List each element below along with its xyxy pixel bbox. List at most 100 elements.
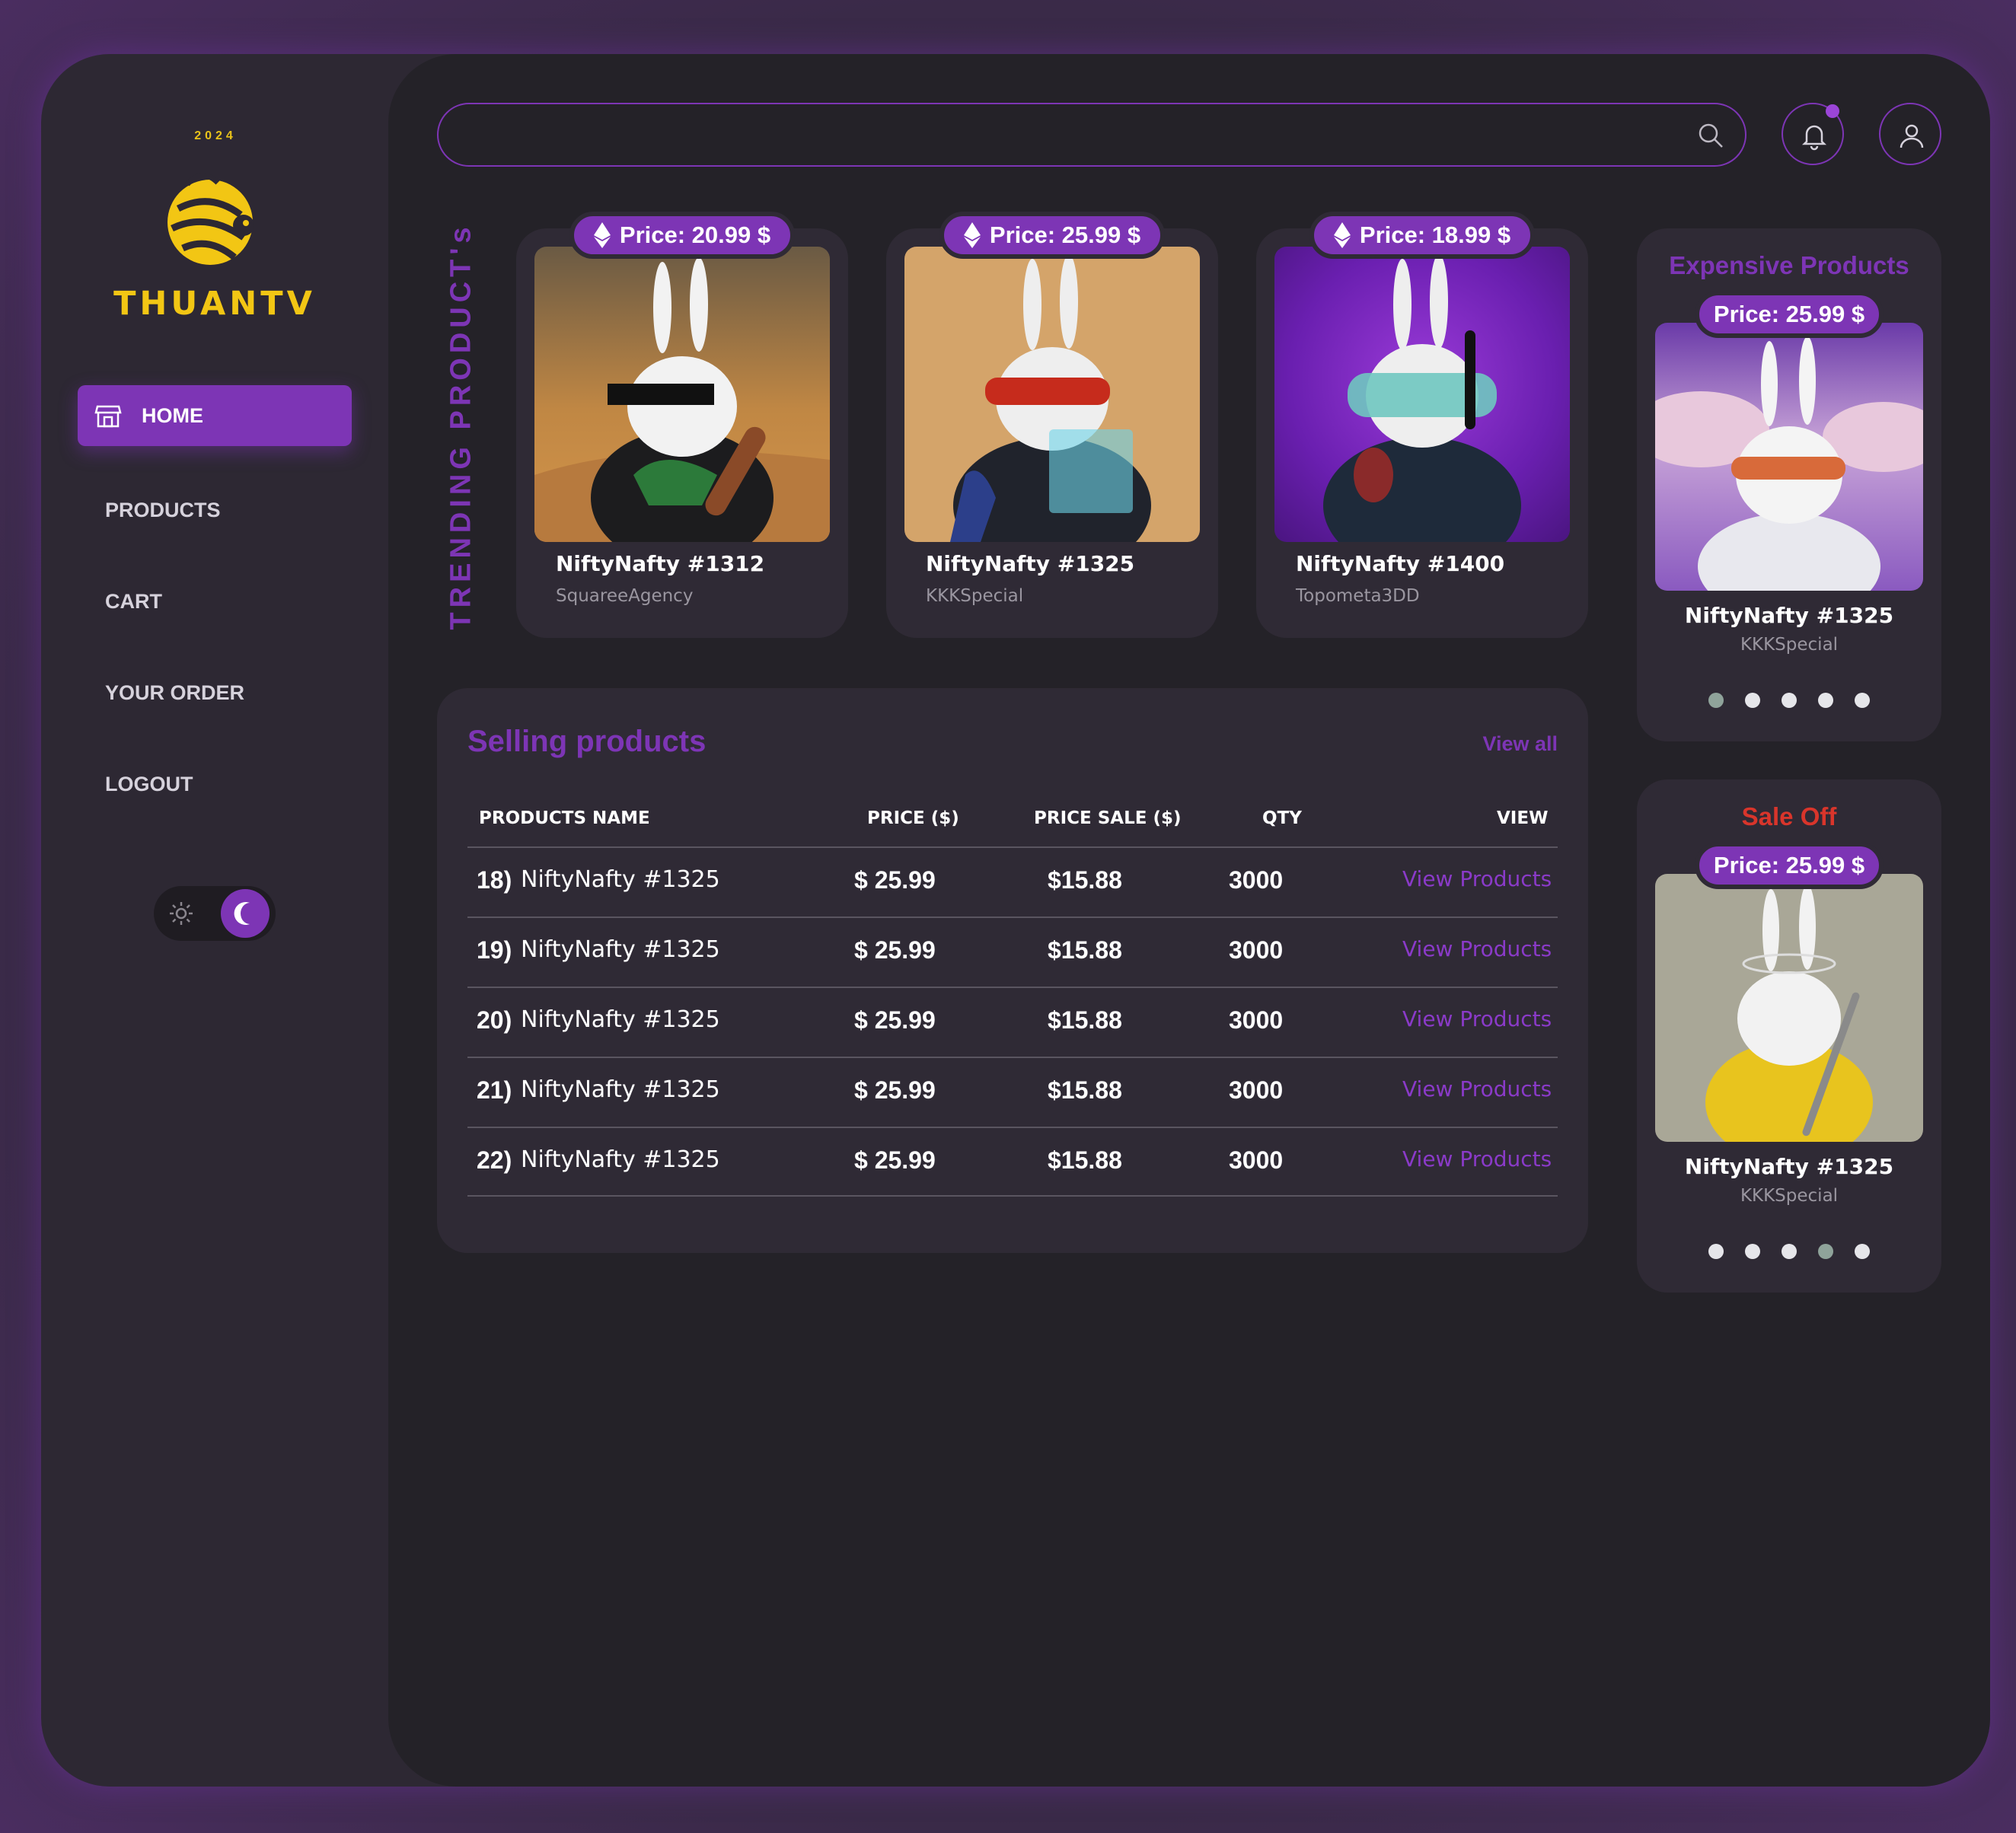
view-products-link[interactable]: View Products: [1402, 1076, 1552, 1101]
sidebar-item-label: YOUR ORDER: [105, 681, 245, 704]
table-row: 21) NiftyNafty #1325 $ 25.99 $15.88 3000 View…: [467, 1057, 1558, 1127]
price-sale-cell: $15.88: [1048, 1076, 1122, 1104]
price-sale-cell: $15.88: [1048, 1146, 1122, 1174]
carousel-dot[interactable]: [1855, 693, 1870, 708]
price-sale-cell: $15.88: [1048, 1006, 1122, 1034]
price-cell: $ 25.99: [854, 1076, 936, 1104]
row-number: 21): [477, 1076, 512, 1104]
price-badge: Price: 25.99 $: [1695, 842, 1884, 889]
price-badge: Price: 20.99 $: [569, 212, 795, 259]
sidebar-item-logout[interactable]: LOGOUT: [78, 754, 352, 814]
table-row: 22) NiftyNafty #1325 $ 25.99 $15.88 3000 View…: [467, 1127, 1558, 1197]
carousel-dots: [1637, 693, 1941, 708]
carousel-dot[interactable]: [1818, 693, 1833, 708]
product-image[interactable]: [1655, 874, 1923, 1142]
product-owner: SquareeAgency: [556, 586, 694, 606]
qty-cell: 3000: [1229, 936, 1284, 964]
carousel-dot[interactable]: [1855, 1244, 1870, 1259]
price-cell: $ 25.99: [854, 1146, 936, 1174]
view-products-link[interactable]: View Products: [1402, 936, 1552, 961]
product-name-cell: NiftyNafty #1325: [521, 1076, 720, 1103]
product-name: NiftyNafty #1325: [1684, 603, 1894, 628]
product-name: NiftyNafty #1312: [556, 551, 765, 576]
qty-cell: 3000: [1229, 866, 1284, 894]
search-bar[interactable]: [437, 103, 1746, 167]
bee-logo-icon: [167, 173, 254, 265]
table-row: 18) NiftyNafty #1325 $ 25.99 $15.88 3000 View…: [467, 846, 1558, 916]
notification-button[interactable]: [1782, 103, 1844, 165]
row-number: 19): [477, 936, 512, 964]
trending-card[interactable]: NiftyNafty #1400 Topometa3DD: [1256, 228, 1588, 638]
theme-toggle[interactable]: [154, 886, 276, 941]
carousel-dot[interactable]: [1818, 1244, 1833, 1259]
price-badge: Price: 25.99 $: [939, 212, 1165, 259]
carousel-dots: [1637, 1244, 1941, 1259]
carousel-dot[interactable]: [1782, 693, 1797, 708]
table-row: 19) NiftyNafty #1325 $ 25.99 $15.88 3000 View…: [467, 916, 1558, 987]
product-name-cell: NiftyNafty #1325: [521, 1006, 720, 1033]
sidebar-item-cart[interactable]: CART: [78, 571, 352, 632]
product-image[interactable]: [1274, 247, 1570, 542]
view-products-link[interactable]: View Products: [1402, 1006, 1552, 1031]
product-owner: KKKSpecial: [1740, 1186, 1839, 1206]
carousel-dot[interactable]: [1708, 693, 1724, 708]
price-cell: $ 25.99: [854, 866, 936, 894]
logo-text: THUANTV: [113, 285, 316, 323]
product-name: NiftyNafty #1325: [926, 551, 1135, 576]
product-image[interactable]: [534, 247, 830, 542]
notification-dot: [1826, 104, 1839, 118]
card-title: Sale Off: [1741, 802, 1837, 830]
price-cell: $ 25.99: [854, 1006, 936, 1034]
view-products-link[interactable]: View Products: [1402, 1146, 1552, 1172]
view-products-link[interactable]: View Products: [1402, 866, 1552, 891]
product-image[interactable]: [1655, 323, 1923, 591]
store-icon: [94, 405, 122, 428]
price-sale-cell: $15.88: [1048, 936, 1122, 964]
column-header: PRODUCTS NAME: [479, 808, 650, 828]
user-icon: [1900, 124, 1924, 148]
row-number: 22): [477, 1146, 512, 1174]
sidebar-item-home[interactable]: HOME: [78, 385, 352, 446]
product-owner: KKKSpecial: [1740, 635, 1839, 655]
product-name-cell: NiftyNafty #1325: [521, 866, 720, 893]
sidebar-item-label: PRODUCTS: [105, 498, 221, 521]
product-image[interactable]: [904, 247, 1200, 542]
carousel-dot[interactable]: [1782, 1244, 1797, 1259]
sidebar-item-label: CART: [105, 589, 162, 613]
price-sale-cell: $15.88: [1048, 866, 1122, 894]
sun-icon[interactable]: [167, 900, 195, 927]
sidebar-item-your-order[interactable]: YOUR ORDER: [78, 662, 352, 723]
user-profile-button[interactable]: [1879, 103, 1941, 165]
sidebar-item-label: HOME: [142, 403, 203, 427]
row-number: 18): [477, 866, 512, 894]
trending-label: TRENDING PRODUCT's: [445, 222, 477, 630]
sidebar-item-label: LOGOUT: [105, 772, 193, 795]
product-owner: KKKSpecial: [926, 586, 1024, 606]
sidebar-item-products[interactable]: PRODUCTS: [78, 480, 352, 540]
trending-card[interactable]: NiftyNafty #1312 SquareeAgency: [516, 228, 848, 638]
product-name-cell: NiftyNafty #1325: [521, 936, 720, 963]
trending-card[interactable]: NiftyNafty #1325 KKKSpecial: [886, 228, 1218, 638]
qty-cell: 3000: [1229, 1076, 1284, 1104]
bell-icon: [1801, 125, 1827, 151]
search-icon[interactable]: [1696, 121, 1725, 150]
selling-products-panel: Selling products View all PRODUCTS NAME …: [437, 688, 1588, 1253]
qty-cell: 3000: [1229, 1146, 1284, 1174]
product-owner: Topometa3DD: [1296, 586, 1420, 606]
section-title: Selling products: [467, 725, 707, 758]
carousel-dot[interactable]: [1745, 693, 1760, 708]
column-header: VIEW: [1497, 808, 1549, 828]
product-name: NiftyNafty #1400: [1296, 551, 1505, 576]
table-row: 20) NiftyNafty #1325 $ 25.99 $15.88 3000 View…: [467, 987, 1558, 1057]
carousel-dot[interactable]: [1708, 1244, 1724, 1259]
column-header: PRICE SALE ($): [1034, 808, 1182, 828]
logo-year: 2024: [194, 129, 237, 142]
moon-icon[interactable]: [221, 889, 270, 938]
product-name-cell: NiftyNafty #1325: [521, 1146, 720, 1173]
column-header: PRICE ($): [867, 808, 959, 828]
ethereum-icon: [593, 222, 611, 248]
search-input[interactable]: [461, 112, 1664, 158]
view-all-link[interactable]: View all: [1482, 732, 1558, 756]
carousel-dot[interactable]: [1745, 1244, 1760, 1259]
price-badge: Price: 18.99 $: [1309, 212, 1535, 259]
